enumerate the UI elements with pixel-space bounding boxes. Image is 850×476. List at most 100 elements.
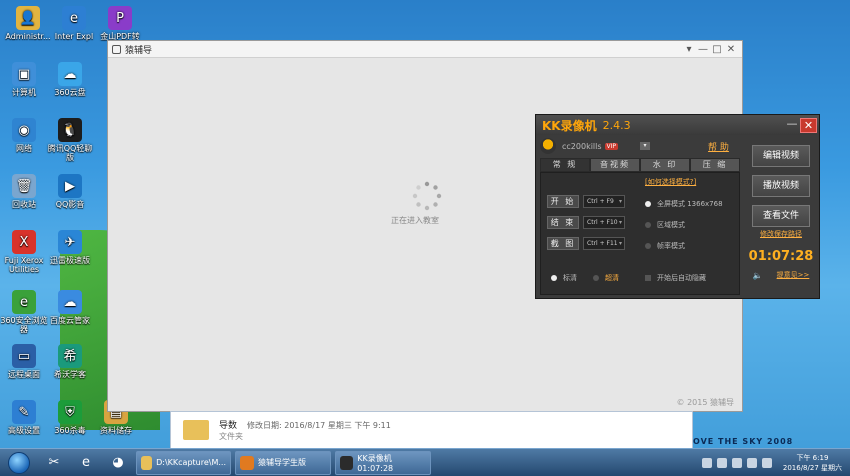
kk-recorder-window[interactable]: KK录像机 2.4.3 — ✕ cc200kills VIP ▾ 帮 助 常 规… [535, 114, 820, 299]
dropdown-icon[interactable]: ▾ [682, 44, 696, 55]
tray-input-icon[interactable] [746, 458, 757, 468]
desktop-icon[interactable]: 🗑 回收站 [0, 174, 48, 209]
main-title-bar[interactable]: 猿辅导 ▾ — □ ✕ [108, 41, 742, 58]
avatar[interactable] [540, 138, 556, 154]
desktop-icon[interactable]: 👤 Administr... [4, 6, 52, 41]
desktop-icon[interactable]: ◉ 网络 [0, 118, 48, 153]
kk-title-bar[interactable]: KK录像机 2.4.3 — ✕ [536, 115, 819, 135]
desktop-icon[interactable]: ⛨ 360杀毒 [46, 400, 94, 435]
mode-full-label: 全屏模式 1366x768 [657, 200, 723, 208]
desktop-icon[interactable]: ☁ 360云盘 [46, 62, 94, 97]
desktop-icon[interactable]: ▣ 计算机 [0, 62, 48, 97]
screenshot-button[interactable]: 截 图 [547, 237, 579, 250]
desktop-icon[interactable]: 希希沃学客 [46, 344, 94, 379]
speaker-icon[interactable]: 🔈 [753, 271, 763, 280]
taskbar-task[interactable]: 猿辅导学生版 [235, 450, 331, 475]
feedback-link[interactable]: 提意见>> [777, 270, 810, 280]
vip-badge: VIP [604, 142, 619, 150]
desktop-icon[interactable]: X Fuji Xerox Utilities [0, 230, 48, 274]
ie-icon[interactable]: e [72, 451, 100, 475]
edit-video-button[interactable]: 编辑视频 [752, 145, 810, 167]
maximize-button[interactable]: □ [710, 44, 724, 55]
stop-hotkey-select[interactable]: Ctrl + F10 [583, 216, 625, 229]
desktop-icon-label: 高级设置 [8, 426, 40, 435]
task-label: KK录像机 01:07:28 [357, 453, 394, 473]
record-timer: 01:07:28 [748, 249, 814, 264]
mode-full-option[interactable]: 全屏模式 1366x768 [645, 199, 723, 209]
desktop-icon-label: 远程桌面 [8, 370, 40, 379]
desktop-icon[interactable]: ▶ QQ影音 [46, 174, 94, 209]
desktop-icon[interactable]: ✈ 迅雷极速版 [46, 230, 94, 265]
folder-name[interactable]: 导数 [219, 421, 237, 431]
desktop-app-icon: ▶ [58, 174, 82, 198]
tab-compress[interactable]: 压 缩 [690, 158, 740, 172]
pinned-app-icon[interactable]: ✂ [40, 451, 68, 475]
taskbar-clock[interactable]: 下午 6:19 2016/8/27 星期六 [783, 453, 842, 473]
mode-region-option[interactable]: 区域模式 [645, 220, 685, 230]
windows-orb-icon [8, 451, 30, 474]
kk-user-row: cc200kills VIP ▾ 帮 助 [540, 137, 740, 155]
kk-right-panel: 编辑视频 播放视频 查看文件 修改保存路径 01:07:28 🔈 提意见>> [744, 137, 818, 297]
desktop-icon[interactable]: ✎ 高级设置 [0, 400, 48, 435]
user-name: cc200kills [562, 141, 602, 151]
task-label: D:\KKcapture\M... [156, 458, 226, 467]
auto-hide-checkbox[interactable] [645, 275, 651, 281]
desktop-icon[interactable]: ☁ 百度云管家 [46, 290, 94, 325]
desktop-icon-label: 360云盘 [54, 88, 86, 97]
desktop-icon[interactable]: e Inter Expl [50, 6, 98, 41]
chevron-down-icon[interactable]: ▾ [640, 142, 651, 150]
play-video-button[interactable]: 播放视频 [752, 175, 810, 197]
mode-frame-label: 帧率模式 [657, 242, 685, 250]
tray-flag-icon[interactable] [761, 458, 772, 468]
desktop-icon-label: 迅雷极速版 [50, 256, 90, 265]
how-to-mode-link[interactable]: [如何选择模式?] [645, 177, 696, 187]
desktop-app-icon: P [108, 6, 132, 30]
explorer-window[interactable]: 导数 修改日期: 2016/8/17 星期三 下午 9:11 文件夹 [170, 411, 693, 449]
radio-hd[interactable] [593, 275, 599, 281]
auto-hide-option[interactable]: 开始后自动隐藏 [645, 273, 706, 283]
tray-volume-icon[interactable] [716, 458, 727, 468]
task-label: 猿辅导学生版 [258, 458, 306, 467]
close-button[interactable]: ✕ [724, 44, 738, 55]
desktop-icon-label: Administr... [5, 32, 51, 41]
desktop-app-icon: ☁ [58, 62, 82, 86]
desktop-icon[interactable]: 🐧 腾讯QQ轻聊版 [46, 118, 94, 162]
tray-security-icon[interactable] [731, 458, 742, 468]
help-link[interactable]: 帮 助 [708, 140, 729, 153]
stop-row: 结 束 Ctrl + F10 [547, 216, 625, 229]
desktop-app-icon: e [62, 6, 86, 30]
kk-minimize-button[interactable]: — [784, 118, 800, 132]
minimize-button[interactable]: — [696, 44, 710, 55]
taskbar-task[interactable]: KK录像机 01:07:28 [335, 450, 431, 475]
mode-frame-option[interactable]: 帧率模式 [645, 241, 685, 251]
start-hotkey-select[interactable]: Ctrl + F9 [583, 195, 625, 208]
stop-button[interactable]: 结 束 [547, 216, 579, 229]
tray-network-icon[interactable] [701, 458, 712, 468]
desktop-icon[interactable]: ▭ 远程桌面 [0, 344, 48, 379]
tab-general[interactable]: 常 规 [540, 158, 590, 172]
taskbar-task[interactable]: D:\KKcapture\M... [136, 450, 231, 475]
desktop-icon-label: 资料储存 [100, 426, 132, 435]
desktop-icon-label: 360安全浏览器 [0, 316, 48, 334]
kk-close-button[interactable]: ✕ [800, 117, 817, 133]
tab-watermark[interactable]: 水 印 [640, 158, 690, 172]
chrome-icon[interactable]: ◕ [104, 451, 132, 475]
system-tray: 下午 6:19 2016/8/27 星期六 [701, 449, 850, 476]
set-save-path-link[interactable]: 修改保存路径 [744, 229, 818, 239]
tab-audio-video[interactable]: 音视频 [590, 158, 640, 172]
kk-bottom-row: 🔈 提意见>> [744, 270, 818, 280]
quality-std-label: 标清 [563, 274, 577, 282]
start-button[interactable] [2, 450, 36, 476]
desktop-icon[interactable]: e 360安全浏览器 [0, 290, 48, 334]
radio-standard[interactable] [551, 275, 557, 281]
desktop-icon-label: 网络 [16, 144, 32, 153]
wallpaper-text: OVE THE SKY 2008 [693, 437, 794, 446]
taskbar: ✂ e ◕ D:\KKcapture\M... 猿辅导学生版 KK录像机 01:07… [0, 448, 850, 476]
radio-region[interactable] [645, 222, 651, 228]
start-row: 开 始 Ctrl + F9 [547, 195, 625, 208]
radio-frame[interactable] [645, 243, 651, 249]
radio-full[interactable] [645, 201, 651, 207]
view-files-button[interactable]: 查看文件 [752, 205, 810, 227]
start-button[interactable]: 开 始 [547, 195, 579, 208]
screenshot-hotkey-select[interactable]: Ctrl + F11 [583, 237, 625, 250]
